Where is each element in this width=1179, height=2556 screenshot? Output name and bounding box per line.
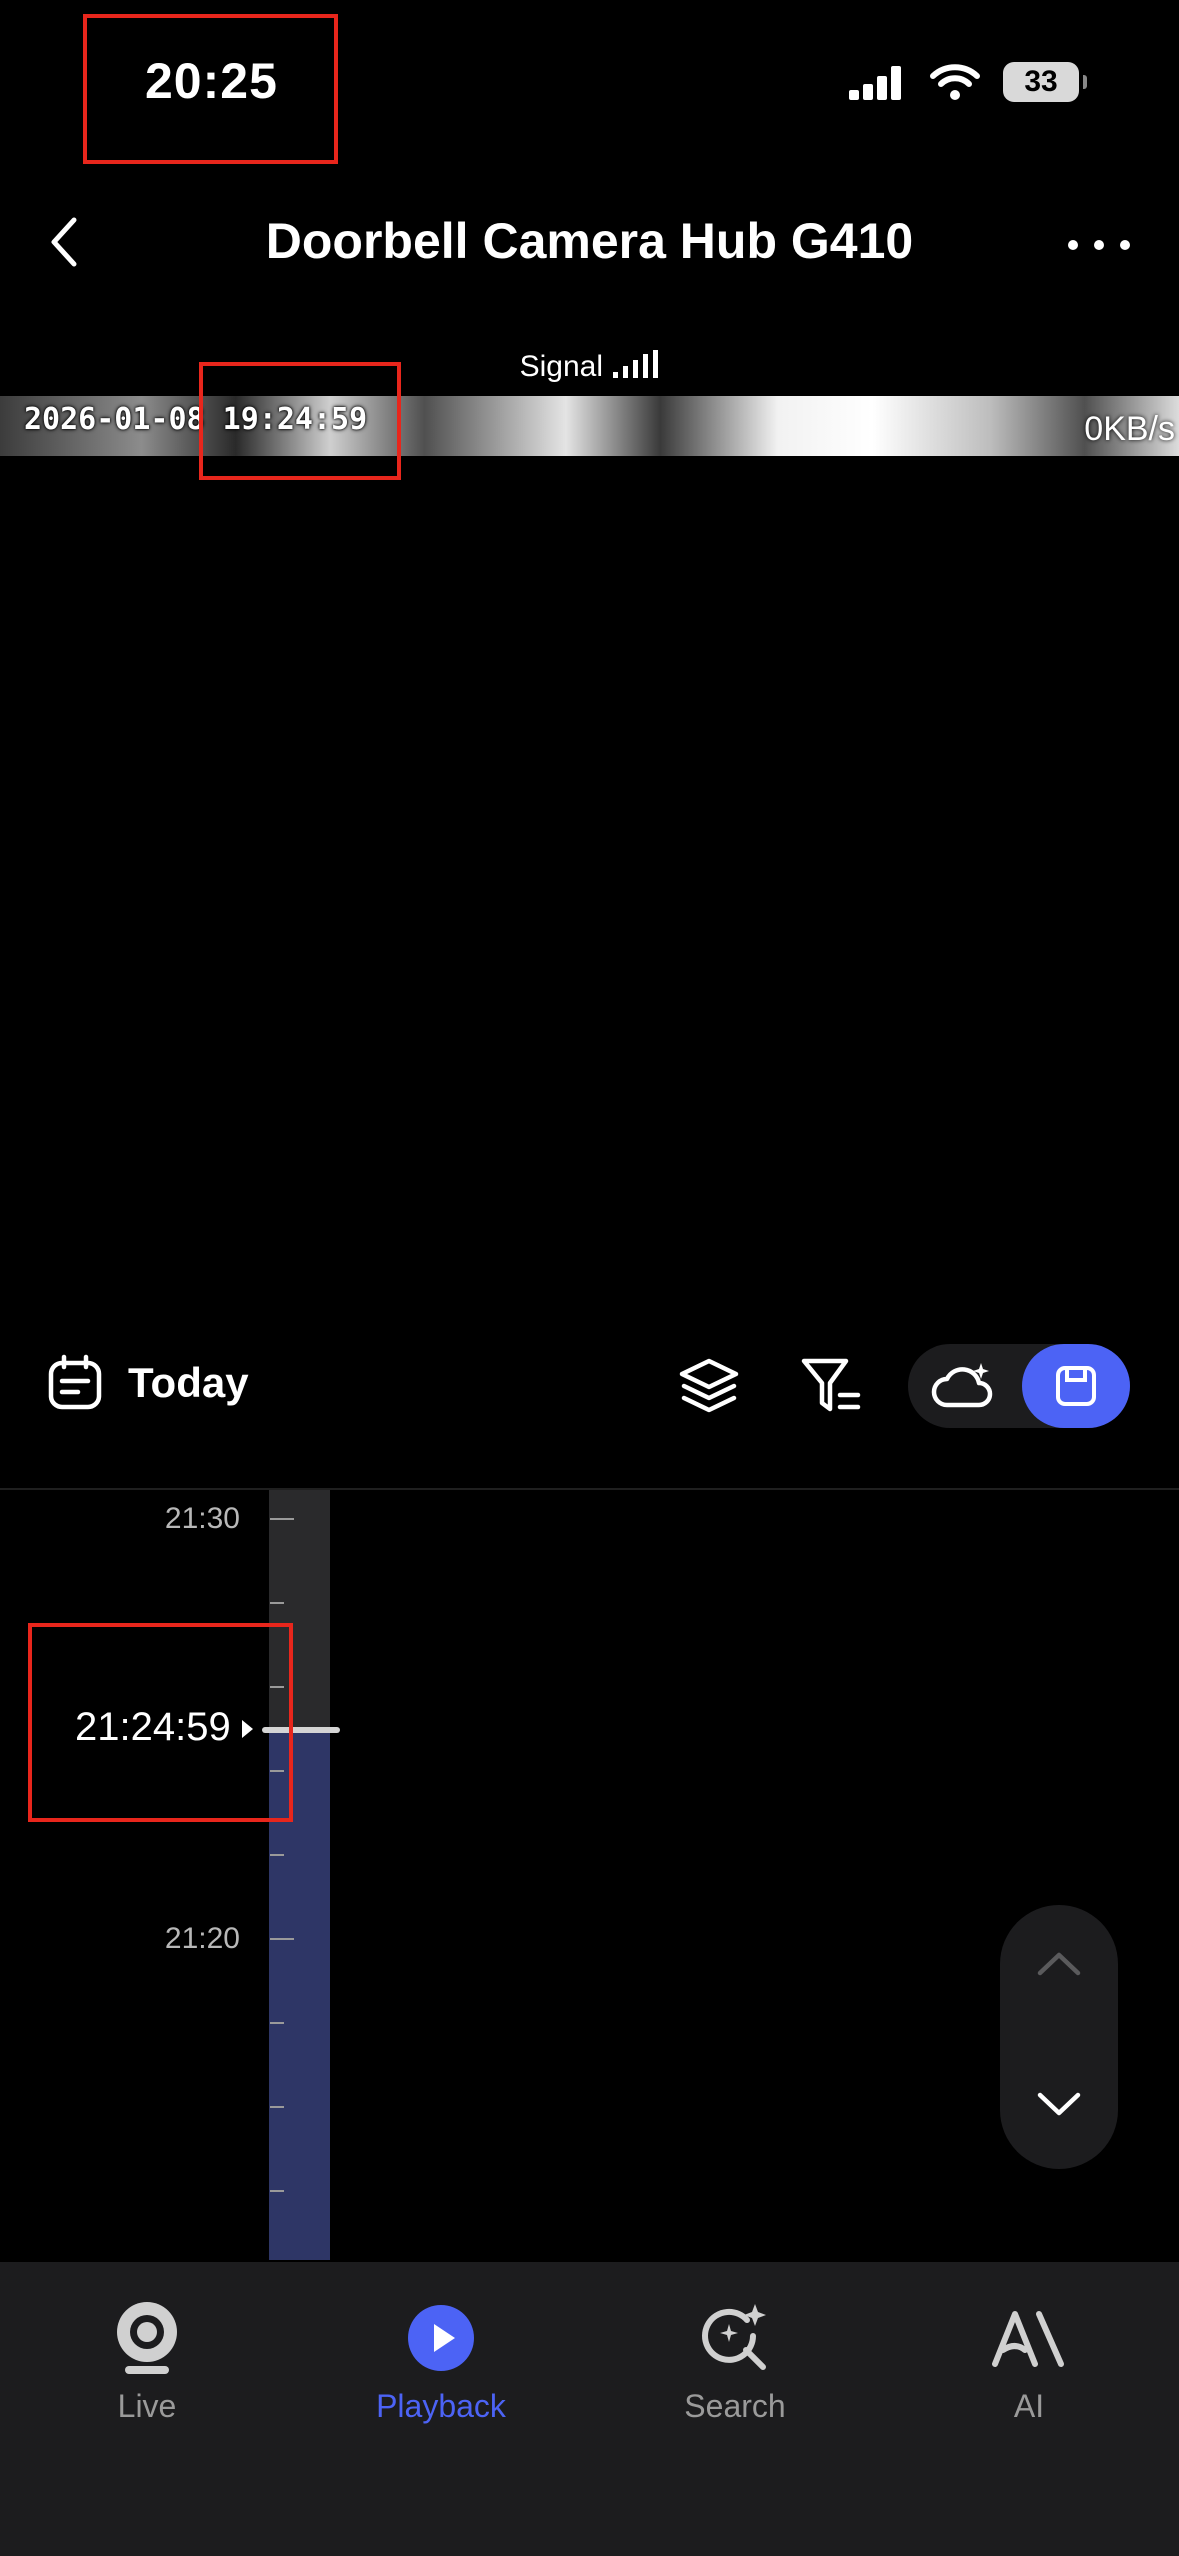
ai-search-icon — [702, 2304, 766, 2370]
status-indicators: 33 — [847, 62, 1087, 102]
layers-button[interactable] — [676, 1355, 742, 1417]
highlight-box-status-time — [83, 14, 338, 164]
page-title: Doorbell Camera Hub G410 — [265, 213, 914, 269]
section-divider — [0, 1488, 1179, 1490]
timeline-scroll-control — [1000, 1905, 1118, 2169]
nav-label-playback: Playback — [376, 2388, 506, 2424]
date-label: Today — [128, 1359, 249, 1406]
more-options-button[interactable] — [1059, 220, 1139, 270]
signal-label: Signal — [519, 350, 604, 383]
timeline-tick — [270, 2190, 284, 2192]
play-icon — [408, 2305, 474, 2371]
cloud-icon — [931, 1363, 993, 1408]
date-selector[interactable]: Today — [46, 1354, 249, 1412]
timeline-tick — [270, 2022, 284, 2024]
signal-indicator: Signal — [0, 350, 1179, 384]
timeline-tick — [270, 2106, 284, 2108]
cellular-signal-icon — [849, 66, 901, 100]
nav-tab-search[interactable]: Search — [588, 2262, 882, 2462]
highlight-box-video-time — [199, 362, 401, 480]
nav-label-search: Search — [684, 2388, 786, 2424]
nav-tab-ai[interactable]: AI — [882, 2262, 1176, 2462]
calendar-icon — [48, 1354, 102, 1410]
battery-icon: 33 — [1003, 62, 1087, 102]
cloud-storage-button[interactable] — [908, 1344, 1018, 1428]
wifi-icon — [930, 64, 980, 100]
camera-icon — [117, 2302, 177, 2374]
timeline-tick — [270, 1854, 284, 1856]
highlight-box-playback-time — [28, 1623, 293, 1822]
timeline-tick — [270, 1938, 294, 1940]
scroll-down-button[interactable] — [1034, 2085, 1084, 2125]
nav-label-live: Live — [117, 2388, 177, 2424]
local-storage-button[interactable] — [1022, 1344, 1130, 1428]
storage-source-toggle — [908, 1344, 1130, 1428]
nav-tab-live[interactable]: Live — [0, 2262, 294, 2462]
nav-label-ai: AI — [1013, 2388, 1045, 2424]
signal-strength-icon — [613, 350, 659, 378]
timeline-label: 21:30 — [164, 1502, 240, 1535]
video-speed: 0KB/s — [1084, 410, 1175, 448]
save-icon — [1056, 1366, 1096, 1406]
ai-logo-icon — [992, 2311, 1064, 2367]
timeline-tick — [270, 1602, 284, 1604]
timeline-label: 21:20 — [164, 1922, 240, 1955]
filter-button[interactable] — [798, 1355, 864, 1417]
scroll-up-button[interactable] — [1034, 1943, 1084, 1983]
bottom-navigation: Live Playback Search AI — [0, 2262, 1179, 2556]
timeline-tick — [270, 1518, 294, 1520]
nav-tab-playback[interactable]: Playback — [294, 2262, 588, 2462]
